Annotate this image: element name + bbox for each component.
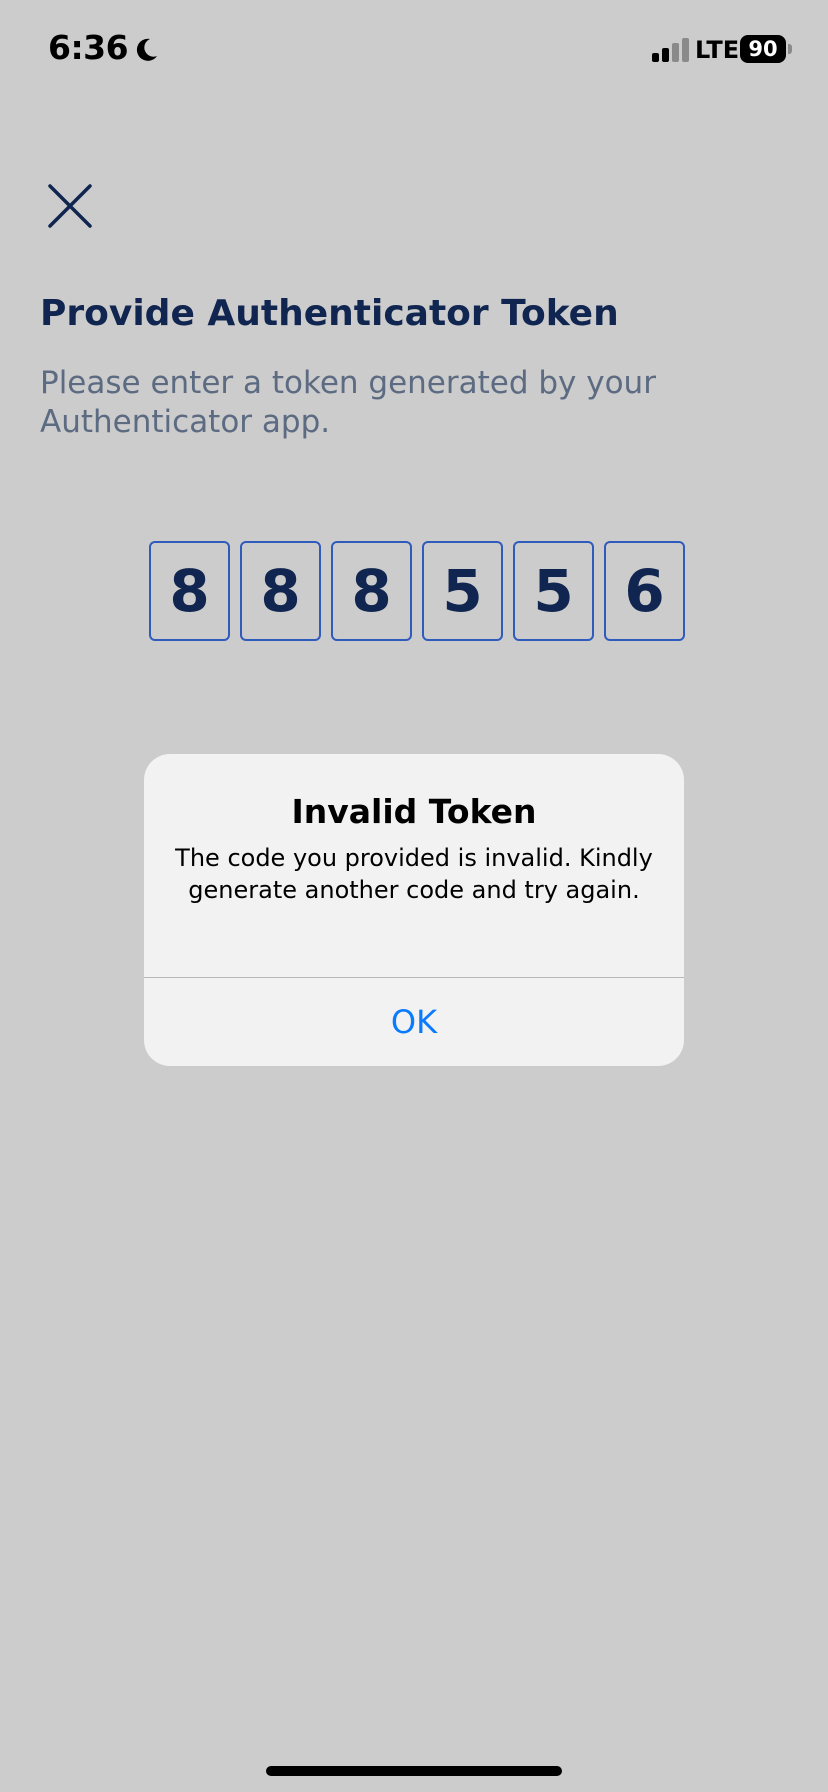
invalid-token-alert: Invalid Token The code you provided is i… <box>144 754 684 1066</box>
signal-icon <box>652 38 689 62</box>
close-button[interactable] <box>40 176 100 236</box>
token-input-group[interactable]: 8 8 8 5 5 6 <box>149 541 685 641</box>
alert-title: Invalid Token <box>291 792 537 831</box>
alert-message: The code you provided is invalid. Kindly… <box>175 844 653 904</box>
moon-icon <box>136 38 157 61</box>
home-indicator[interactable] <box>266 1766 562 1776</box>
battery-indicator: 90 <box>740 35 792 63</box>
token-digit-4[interactable]: 5 <box>422 541 503 641</box>
ok-button[interactable]: OK <box>144 978 684 1066</box>
close-icon <box>48 184 92 228</box>
token-digit-6[interactable]: 6 <box>604 541 685 641</box>
token-digit-3[interactable]: 8 <box>331 541 412 641</box>
battery-percent: 90 <box>748 37 778 61</box>
token-digit-1[interactable]: 8 <box>149 541 230 641</box>
page-subtitle: Please enter a token generated by your A… <box>40 365 656 440</box>
status-time: 6:36 <box>48 28 129 67</box>
network-label: LTE <box>695 36 740 64</box>
token-digit-2[interactable]: 8 <box>240 541 321 641</box>
page-title: Provide Authenticator Token <box>40 293 619 334</box>
battery-nub <box>788 44 792 54</box>
token-digit-5[interactable]: 5 <box>513 541 594 641</box>
status-bar: 6:36 LTE 90 <box>0 0 828 100</box>
